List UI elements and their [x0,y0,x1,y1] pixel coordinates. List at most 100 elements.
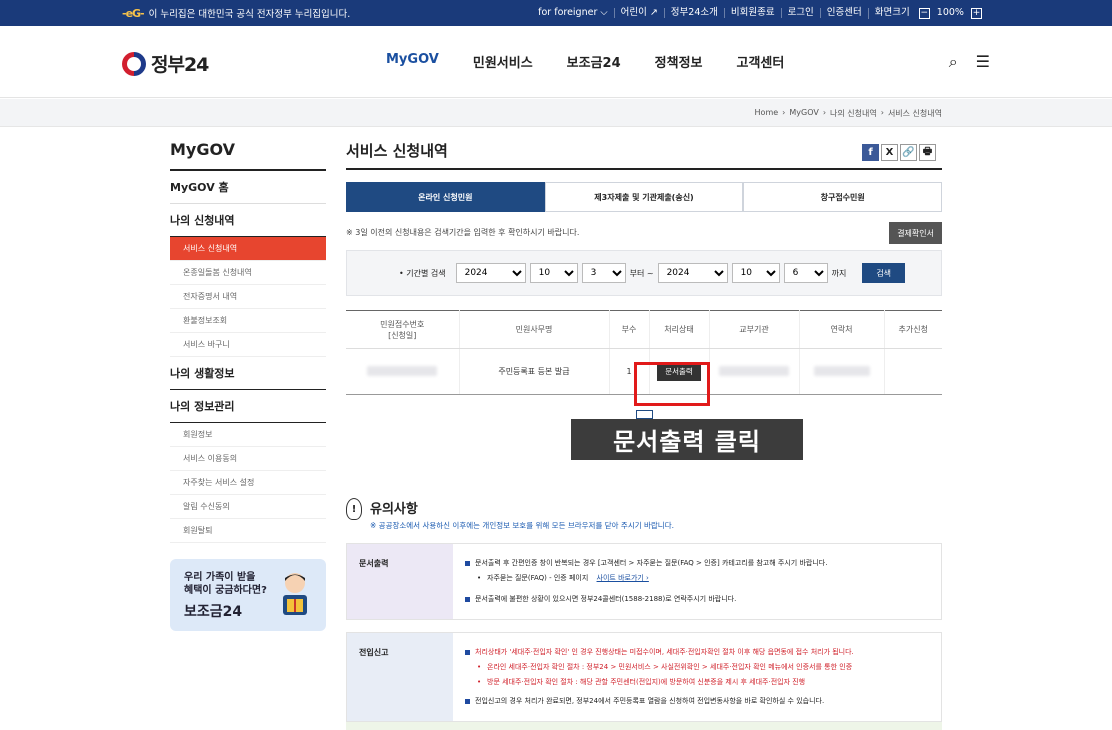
notice-print-line2: 문서출력에 불편한 상황이 있으시면 정부24콜센터(1588-2188)로 연… [465,592,929,607]
top-utility-bar: -eG- 이 누리집은 대한민국 공식 전자정부 누리집입니다. for for… [0,0,1112,26]
search-icon[interactable]: ⌕ [949,52,958,72]
from-month-select[interactable]: 10 [529,263,578,283]
instruction-callout: 문서출력 클릭 [571,419,803,460]
crumb-sep-icon: › [782,108,786,117]
link-icon[interactable]: 🔗 [900,144,917,161]
lightbulb-icon: ! [346,498,362,520]
site-header: 정부24 MyGOV 민원서비스 보조금24 정책정보 고객센터 ⌕ ☰ [0,26,1112,98]
notice-print-body: 문서출력 후 간편인증 창이 반복되는 경우 [고객센터 > 자주묻는 질문(F… [453,544,941,619]
main-nav: MyGOV 민원서비스 보조금24 정책정보 고객센터 [386,52,784,71]
notice-print-sub: 자주묻는 질문(FAQ) - 인증 페이지 사이트 바로가기 › [465,571,929,586]
nav-subsidy[interactable]: 보조금24 [567,52,621,71]
sidebar-item-allday-care[interactable]: 온종일돌봄 신청내역 [170,261,326,285]
notice-move-in-body: 처리상태가 '세대주·전입자 확인' 인 경우 진행상태는 미접수이며, 세대주… [453,633,941,721]
sidebar-item-service-basket[interactable]: 서비스 바구니 [170,333,326,357]
notice-print-label: 문서출력 [347,544,453,619]
zoom-out-button[interactable]: − [918,7,930,19]
payment-confirmation-button[interactable]: 결제확인서 [889,222,942,244]
sidebar: MyGOV MyGOV 홈 나의 신청내역 서비스 신청내역 온종일돌봄 신청내… [170,140,326,631]
screen-size: 화면크기 − 100% + [867,7,990,19]
notice-header: ! 유의사항 ※ 공공장소에서 사용하신 이후에는 개인정보 보호를 위해 모든… [346,498,942,531]
sidebar-item-favorites[interactable]: 자주찾는 서비스 설정 [170,471,326,495]
subsidy-promo-banner[interactable]: 우리 가족이 받을 혜택이 궁금하다면? 보조금24 [170,559,326,631]
sidebar-item-withdraw[interactable]: 회원탈퇴 [170,519,326,543]
col-additional: 추가신청 [883,310,942,349]
scroll-indicator [636,410,653,419]
sidebar-item-mygov-home[interactable]: MyGOV 홈 [170,171,326,204]
from-day-select[interactable]: 3 [581,263,626,283]
crumb-home[interactable]: Home [755,108,779,119]
crumb-mygov[interactable]: MyGOV [789,108,818,119]
header-icons: ⌕ ☰ [949,52,990,72]
sidebar-item-member-info[interactable]: 회원정보 [170,423,326,447]
col-contact: 연락처 [798,310,884,349]
crumb-my-applications[interactable]: 나의 신청내역 [830,108,877,119]
taegeuk-logo-icon [122,51,146,76]
sidebar-section-my-info[interactable]: 나의 정보관리 [170,390,326,423]
search-button[interactable]: 검색 [862,263,906,283]
gov-notice-text: 이 누리집은 대한민국 공식 전자정부 누리집입니다. [148,9,351,20]
nav-policy[interactable]: 정책정보 [655,52,703,71]
sidebar-section-life-info[interactable]: 나의 생활정보 [170,357,326,390]
from-year-select[interactable]: 2024 [455,263,526,283]
sidebar-item-service-applications[interactable]: 서비스 신청내역 [170,237,326,261]
nav-mygov[interactable]: MyGOV [386,52,439,71]
zoom-in-button[interactable]: + [971,7,982,19]
notice-title: 유의사항 [370,502,418,517]
col-status: 처리상태 [648,310,709,349]
date-search-box: • 기간별 검색 2024 10 3 부터 ~ 2024 10 6 까지 검색 [346,250,942,296]
search-note: ※ 3일 이전의 신청내용은 검색기간을 입력한 후 확인하시기 바랍니다. [346,228,580,237]
sidebar-item-e-certificates[interactable]: 전자증명서 내역 [170,285,326,309]
share-buttons: f X 🔗 🖶 [862,144,936,161]
x-icon[interactable]: X [881,144,898,161]
col-count: 부수 [608,310,649,349]
to-suffix: 까지 [831,268,847,278]
note-row: ※ 3일 이전의 신청내용은 검색기간을 입력한 후 확인하시기 바랍니다. 결… [346,222,942,244]
to-day-select[interactable]: 6 [783,263,828,283]
facebook-icon[interactable]: f [862,144,879,161]
nav-customer-center[interactable]: 고객센터 [737,52,785,71]
tab-third-party[interactable]: 제3자제출 및 기관제출(송신) [544,182,744,212]
crumb-current: 서비스 신청내역 [887,109,942,118]
nav-civil-service[interactable]: 민원서비스 [473,52,533,71]
notice-move-in-box: 전입신고 처리상태가 '세대주·전입자 확인' 인 경우 진행상태는 미접수이며… [346,632,942,722]
faq-site-link[interactable]: 사이트 바로가기 › [597,574,649,582]
col-service-name: 민원사무명 [458,310,609,349]
link-about[interactable]: 정부24소개 [663,8,724,18]
sidebar-title: MyGOV [170,140,326,171]
print-icon[interactable]: 🖶 [919,144,936,161]
cell-receipt-no [346,348,459,395]
page-title-text: 서비스 신청내역 [346,142,448,160]
sidebar-item-notifications[interactable]: 알림 수신동의 [170,495,326,519]
notice-move-in-line2: 전입신고의 경우 처리가 완료되면, 정부24에서 주민등록표 열람을 신청하여… [465,694,929,709]
bottom-strip [346,722,942,730]
sidebar-section-applications[interactable]: 나의 신청내역 [170,204,326,237]
breadcrumb-bar: Home › MyGOV › 나의 신청내역 › 서비스 신청내역 [0,99,1112,127]
tab-online[interactable]: 온라인 신청민원 [346,182,545,212]
to-month-select[interactable]: 10 [731,263,780,283]
cell-contact [798,348,884,395]
notice-print-box: 문서출력 문서출력 후 간편인증 창이 반복되는 경우 [고객센터 > 자주묻는… [346,543,942,620]
link-foreigner[interactable]: for foreigner ⌵ [532,8,613,18]
to-year-select[interactable]: 2024 [657,263,728,283]
notice-move-in-label: 전입신고 [347,633,453,721]
menu-icon[interactable]: ☰ [976,52,990,72]
link-cert-center[interactable]: 인증센터 [819,8,868,18]
link-guest-exit[interactable]: 비회원종료 [723,8,781,18]
zoom-value: 100% [936,7,964,18]
sidebar-item-consent[interactable]: 서비스 이용동의 [170,447,326,471]
breadcrumb: Home › MyGOV › 나의 신청내역 › 서비스 신청내역 [755,108,942,119]
page-title: 서비스 신청내역 f X 🔗 🖶 [346,140,942,170]
egov-logo-icon: -eG- [122,6,145,20]
faq-text: 자주묻는 질문(FAQ) - 인증 페이지 [487,574,589,582]
site-logo[interactable]: 정부24 [122,50,209,77]
notice-move-in-line1: 처리상태가 '세대주·전입자 확인' 인 경우 진행상태는 미접수이며, 세대주… [465,645,929,660]
crumb-sep-icon: › [822,108,827,117]
link-kids[interactable]: 어린이 ↗ [613,8,664,18]
application-tabs: 온라인 신청민원 제3자제출 및 기관제출(송신) 창구접수민원 [346,182,943,212]
sidebar-item-refunds[interactable]: 환불정보조회 [170,309,326,333]
cell-additional [883,348,942,395]
tab-counter[interactable]: 창구접수민원 [743,182,943,212]
link-login[interactable]: 로그인 [780,8,820,18]
gov-notice: -eG- 이 누리집은 대한민국 공식 전자정부 누리집입니다. [122,6,351,21]
